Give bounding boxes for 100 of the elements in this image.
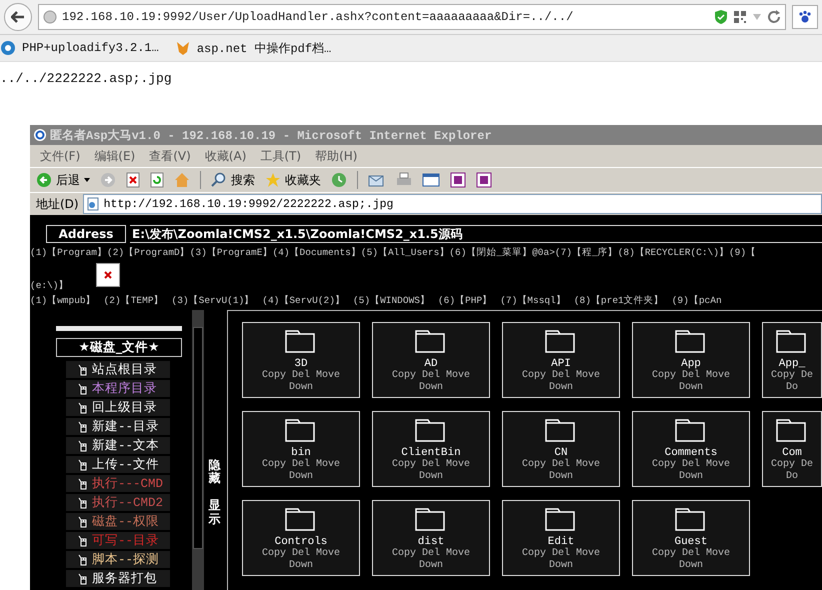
sidebar-link[interactable]: 脚本--探测 <box>66 551 170 568</box>
action-link[interactable]: Del <box>292 459 310 471</box>
download-link[interactable]: Down <box>678 560 703 572</box>
sidebar-link[interactable]: 可写--目录 <box>66 532 170 549</box>
download-link[interactable]: Down <box>548 560 573 572</box>
folder-card[interactable]: Guest Copy Del Move Down <box>632 500 750 576</box>
action-link[interactable]: Move <box>316 548 340 560</box>
folder-link[interactable]: (9)【pcAn <box>672 294 722 307</box>
download-link[interactable]: Do <box>786 471 798 483</box>
drive-link[interactable]: (7)【程_序】 <box>554 246 618 259</box>
back-button[interactable]: 后退 <box>36 172 90 188</box>
folder-link[interactable]: (1)【wmpub】 <box>30 294 96 307</box>
drive-link[interactable]: (8)【RECYCLER(C:\)】 <box>618 246 729 259</box>
action-link[interactable]: Move <box>576 548 600 560</box>
back-button[interactable] <box>4 3 32 31</box>
action-link[interactable]: Del <box>422 459 440 471</box>
folder-link[interactable]: (8)【pre1文件夹】 <box>574 294 664 307</box>
scrollbar[interactable] <box>192 310 204 590</box>
search-engine-button[interactable] <box>792 5 818 29</box>
folder-card[interactable]: bin Copy Del Move Down <box>242 411 360 487</box>
drive-link[interactable]: (1)【Program】 <box>30 246 108 259</box>
download-link[interactable]: Down <box>678 471 703 483</box>
history-icon[interactable] <box>331 172 347 188</box>
action-link[interactable]: Copy <box>262 459 286 471</box>
action-link[interactable]: Move <box>316 370 340 382</box>
sidebar-link[interactable]: 上传--文件 <box>66 456 170 473</box>
drive-link[interactable]: (e:\)】 <box>30 279 822 292</box>
dropdown-icon[interactable] <box>752 13 762 21</box>
sidebar-link[interactable]: 站点根目录 <box>66 361 170 378</box>
action-link[interactable]: De <box>801 370 814 382</box>
toggle-link[interactable]: 隐藏 <box>208 460 221 486</box>
action-link[interactable]: Copy <box>522 370 546 382</box>
refresh-icon[interactable] <box>150 172 164 188</box>
action-link[interactable]: Move <box>446 370 470 382</box>
menu-item[interactable]: 工具(T) <box>260 148 302 164</box>
menu-item[interactable]: 编辑(E) <box>94 148 136 164</box>
sidebar-link[interactable]: 新建--文本 <box>66 437 170 454</box>
action-link[interactable]: Copy <box>392 370 416 382</box>
action-link[interactable]: Copy <box>652 370 676 382</box>
action-link[interactable]: Move <box>316 459 340 471</box>
folder-link[interactable]: (5)【WINDOWS】 <box>352 294 430 307</box>
url-field[interactable]: 192.168.10.19:9992/User/UploadHandler.ashx?content=aaaaaaaaa&Dir=../../ <box>38 4 786 30</box>
drive-link[interactable]: (2)【ProgramD】 <box>107 246 190 259</box>
menu-item[interactable]: 帮助(H) <box>315 148 358 164</box>
bookmark-link[interactable]: PHP+uploadify3.2.1… <box>22 41 159 55</box>
action-link[interactable]: Del <box>552 459 570 471</box>
address-field[interactable]: http://192.168.10.19:9992/2222222.asp;.jpg <box>82 194 822 214</box>
folder-link[interactable]: (7)【Mssql】 <box>500 294 566 307</box>
folder-card[interactable]: API Copy Del Move Down <box>502 322 620 398</box>
folder-card[interactable]: Edit Copy Del Move Down <box>502 500 620 576</box>
bookmark-link[interactable]: asp.net 中操作pdf档… <box>196 40 332 56</box>
action-link[interactable]: Move <box>446 548 470 560</box>
sidebar-link[interactable]: 执行---CMD <box>66 475 170 492</box>
menu-item[interactable]: 查看(V) <box>149 148 191 164</box>
folder-link[interactable]: (2)【TEMP】 <box>104 294 164 307</box>
download-link[interactable]: Down <box>288 560 313 572</box>
action-link[interactable]: De <box>801 459 814 471</box>
drive-link[interactable]: (5)【All_Users】 <box>360 246 450 259</box>
drive-link[interactable]: (6)【閉始_菜單】@0a> <box>449 246 555 259</box>
sidebar-link[interactable]: 本程序目录 <box>66 380 170 397</box>
action-link[interactable]: Move <box>576 370 600 382</box>
download-link[interactable]: Down <box>418 471 443 483</box>
folder-card[interactable]: App Copy Del Move Down <box>632 322 750 398</box>
toggle-link[interactable]: 显示 <box>208 500 221 527</box>
drive-link[interactable]: (4)【Documents】 <box>272 246 361 259</box>
action-link[interactable]: Del <box>682 459 700 471</box>
path-field[interactable]: E:\发布\Zoomla!CMS2_x1.5\Zoomla!CMS2_x1.5源码 <box>130 225 822 243</box>
folder-card[interactable]: Com Copy De Do <box>762 411 822 487</box>
drive-link[interactable]: (9)【 <box>728 246 756 259</box>
download-link[interactable]: Down <box>418 382 443 394</box>
action-link[interactable]: Move <box>706 548 730 560</box>
action-link[interactable]: Del <box>422 548 440 560</box>
action-link[interactable]: Copy <box>770 370 795 382</box>
action-link[interactable]: Copy <box>652 459 676 471</box>
action-link[interactable]: Del <box>422 370 440 382</box>
menu-item[interactable]: 收藏(A) <box>204 148 246 164</box>
reload-icon[interactable] <box>767 10 781 24</box>
action-link[interactable]: Copy <box>770 459 795 471</box>
action-link[interactable]: Del <box>292 548 310 560</box>
download-link[interactable]: Down <box>678 382 703 394</box>
action-link[interactable]: Copy <box>262 548 286 560</box>
action-link[interactable]: Del <box>292 370 310 382</box>
folder-link[interactable]: (6)【PHP】 <box>438 294 492 307</box>
action-link[interactable]: Del <box>682 370 700 382</box>
action-link[interactable]: Copy <box>392 459 416 471</box>
scroll-thumb[interactable] <box>193 327 204 549</box>
folder-card[interactable]: ClientBin Copy Del Move Down <box>372 411 490 487</box>
folder-card[interactable]: Controls Copy Del Move Down <box>242 500 360 576</box>
action-link[interactable]: Copy <box>262 370 286 382</box>
folder-link[interactable]: (4)【ServU(2)】 <box>262 294 345 307</box>
sidebar-link[interactable]: 回上级目录 <box>66 399 170 416</box>
folder-card[interactable]: AD Copy Del Move Down <box>372 322 490 398</box>
sidebar-link[interactable]: 磁盘--权限 <box>66 513 170 530</box>
action-link[interactable]: Del <box>682 548 700 560</box>
menu-item[interactable]: 文件(F) <box>40 148 80 164</box>
download-link[interactable]: Down <box>288 471 313 483</box>
download-link[interactable]: Down <box>548 471 573 483</box>
folder-card[interactable]: App_ Copy De Do <box>762 322 822 398</box>
sidebar-link[interactable]: 服务器打包 <box>66 570 170 587</box>
download-link[interactable]: Down <box>288 382 313 394</box>
